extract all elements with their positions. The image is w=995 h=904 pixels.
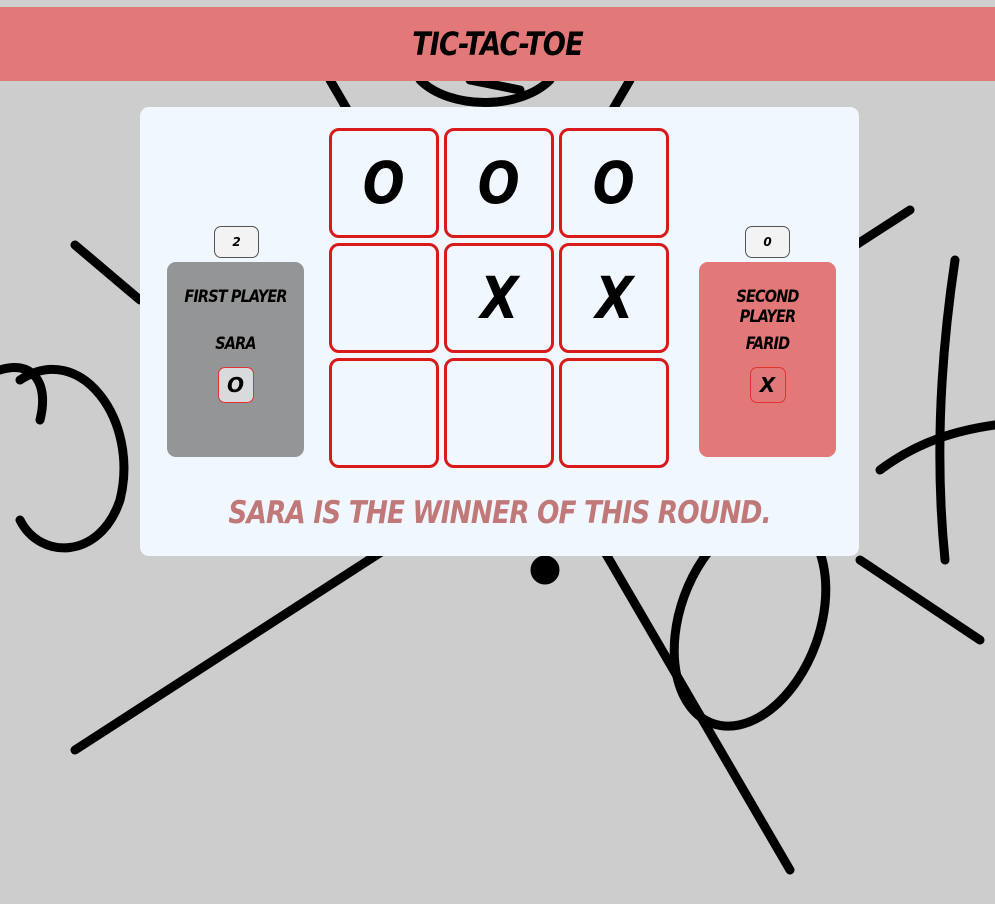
page-title: TIC-TAC-TOE bbox=[412, 25, 584, 63]
board-cell-4[interactable] bbox=[329, 243, 439, 353]
board-cell-3[interactable]: O bbox=[559, 128, 669, 238]
second-player-card: SECOND PLAYER FARID X bbox=[699, 262, 836, 457]
board-cell-8[interactable] bbox=[444, 358, 554, 468]
first-player-mark: O bbox=[217, 367, 254, 403]
app-page: TIC-TAC-TOE 2 0 FIRST PLAYER SARA O O O … bbox=[0, 0, 995, 904]
first-player-name: SARA bbox=[215, 334, 256, 354]
first-player-card: FIRST PLAYER SARA O bbox=[167, 262, 304, 457]
second-player-mark: X bbox=[749, 367, 786, 403]
cell-mark: O bbox=[593, 149, 635, 217]
cell-mark: X bbox=[594, 264, 634, 332]
second-player-score: 0 bbox=[745, 226, 790, 258]
top-strip bbox=[0, 0, 995, 7]
board-cell-6[interactable]: X bbox=[559, 243, 669, 353]
first-player-label: FIRST PLAYER bbox=[184, 287, 287, 307]
board-cell-9[interactable] bbox=[559, 358, 669, 468]
second-player-label: SECOND PLAYER bbox=[736, 287, 799, 327]
winner-message: SARA IS THE WINNER OF THIS ROUND. bbox=[228, 495, 771, 531]
cell-mark: O bbox=[363, 149, 405, 217]
board-cell-2[interactable]: O bbox=[444, 128, 554, 238]
app-header: TIC-TAC-TOE bbox=[0, 7, 995, 81]
cell-mark: O bbox=[478, 149, 520, 217]
board-cell-5[interactable]: X bbox=[444, 243, 554, 353]
game-board: O O O X X bbox=[329, 128, 671, 470]
game-panel: 2 0 FIRST PLAYER SARA O O O O X X SECOND… bbox=[140, 107, 859, 556]
board-cell-7[interactable] bbox=[329, 358, 439, 468]
board-cell-1[interactable]: O bbox=[329, 128, 439, 238]
cell-mark: X bbox=[479, 264, 519, 332]
second-player-name: FARID bbox=[745, 334, 790, 354]
first-player-score: 2 bbox=[214, 226, 259, 258]
